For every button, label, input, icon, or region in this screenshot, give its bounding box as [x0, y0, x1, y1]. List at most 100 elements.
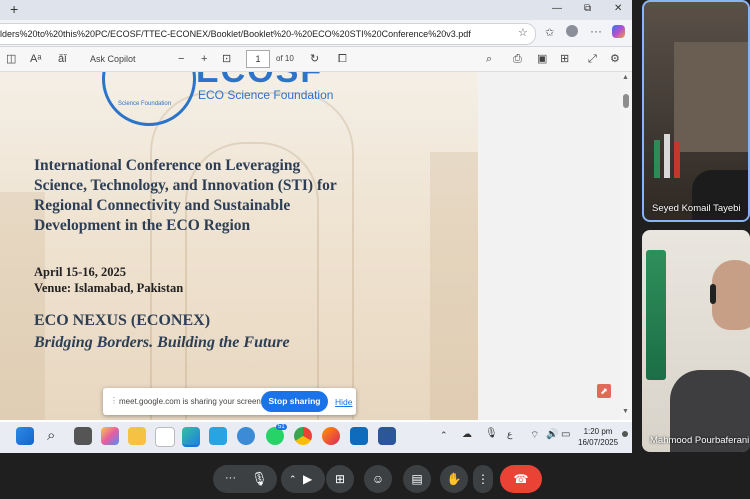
drag-handle-icon[interactable]: ⋮ — [110, 396, 118, 405]
hide-link[interactable]: Hide — [335, 397, 352, 407]
camera-control[interactable]: ⌃ ▶ — [281, 465, 325, 493]
more-actions-button[interactable]: ⋮ — [473, 465, 493, 493]
store-icon[interactable] — [155, 427, 175, 447]
screen-share-banner: ⋮ meet.google.com is sharing your screen… — [103, 388, 356, 415]
participant-tile[interactable]: Mahmood Pourbaferani — [642, 230, 750, 452]
scroll-up-icon[interactable]: ▲ — [622, 74, 629, 81]
outlook-icon[interactable] — [350, 427, 368, 445]
new-tab-button[interactable]: + — [10, 1, 18, 17]
firefox-icon[interactable] — [322, 427, 340, 445]
flag-icon-2 — [664, 134, 670, 178]
notification-icon[interactable] — [622, 431, 628, 437]
task-view-icon[interactable] — [74, 427, 92, 445]
page-number-input[interactable]: 1 — [246, 50, 270, 68]
present-button[interactable]: ⊞ — [326, 465, 354, 493]
edge-icon[interactable] — [182, 427, 200, 447]
tray-arrow-icon[interactable]: ⌃ — [440, 430, 448, 441]
logo-ring-text: Science Foundation — [118, 101, 172, 107]
title-line: Development in the ECO Region — [34, 217, 251, 234]
save-as-icon[interactable]: ⊞ — [560, 51, 569, 67]
favorites-icon[interactable]: ✩ — [545, 26, 554, 39]
notification-badge: 51 — [276, 424, 287, 430]
participant-tile[interactable]: Seyed Komail Tayebi — [642, 0, 750, 222]
scroll-down-icon[interactable]: ▼ — [622, 408, 629, 415]
conference-title: International Conference on Leveraging S… — [34, 156, 337, 236]
microphone-icon[interactable]: 🎙 — [251, 465, 268, 493]
tagline: Bridging Borders. Building the Future — [34, 334, 290, 351]
event-date: April 15-16, 2025 — [34, 265, 127, 279]
captions-button[interactable]: ▤ — [403, 465, 431, 493]
pdf-page: Science Foundation ECOSF ECO Science Fou… — [0, 72, 478, 420]
copilot-icon[interactable] — [101, 427, 119, 445]
viewer-background — [478, 72, 620, 420]
present-icon: ⊞ — [334, 472, 346, 486]
flag-icon — [654, 140, 660, 178]
pdf-toolbar: ◫ Aᵃ ǎǐ Ask Copilot − + ⊡ 1 of 10 ↻ ⧠ ⌕ … — [0, 47, 632, 72]
minimize-button[interactable]: — — [552, 3, 562, 14]
maximize-button[interactable]: ⧉ — [584, 3, 591, 14]
title-line: Science, Technology, and Innovation (STI… — [34, 177, 337, 194]
raise-hand-button[interactable]: ✋ — [440, 465, 468, 493]
settings-gear-icon[interactable]: ⚙ — [610, 51, 620, 67]
search-icon[interactable]: ⌕ — [47, 427, 55, 444]
stop-sharing-button[interactable]: Stop sharing — [261, 391, 328, 412]
title-line: Regional Connectivity and Sustainable — [34, 197, 291, 214]
captions-icon: ▤ — [411, 472, 423, 486]
file-explorer-icon[interactable] — [128, 427, 146, 445]
zoom-in-button[interactable]: + — [201, 51, 207, 67]
fit-page-icon[interactable]: ⊡ — [222, 51, 231, 67]
participant-name: Mahmood Pourbaferani — [650, 435, 750, 446]
end-call-icon: ☎ — [513, 472, 529, 486]
url-text: lders%20to%20this%20PC/ECOSF/TTEC-ECONEX… — [0, 29, 471, 39]
cloud-icon[interactable]: ☁ — [462, 429, 472, 440]
translate-icon[interactable]: ǎǐ — [58, 51, 67, 67]
vertical-dots-icon: ⋮ — [477, 472, 489, 486]
profile-avatar-icon[interactable] — [566, 25, 578, 37]
search-icon[interactable]: ⌕ — [486, 51, 492, 67]
microphone-control[interactable]: ··· 🎙 — [213, 465, 277, 493]
leave-call-button[interactable]: ☎ — [500, 465, 542, 493]
app-icon[interactable] — [209, 427, 227, 445]
read-aloud-icon[interactable]: Aᵃ — [30, 51, 41, 67]
background-tower — [430, 152, 478, 420]
emoji-button[interactable]: ☺ — [364, 465, 392, 493]
vertical-scrollbar[interactable]: ▲ ▼ — [620, 72, 632, 420]
language-icon[interactable]: ع — [507, 429, 512, 440]
chevron-up-icon[interactable]: ⌃ — [289, 465, 297, 493]
expand-icon[interactable]: ⤢ — [588, 51, 597, 67]
pdf-badge-icon[interactable]: ⬈ — [597, 384, 611, 398]
word-icon[interactable] — [378, 427, 396, 445]
print-icon[interactable]: ⎙ — [513, 51, 522, 67]
volume-icon[interactable]: 🔊 — [546, 429, 558, 440]
ask-copilot-button[interactable]: Ask Copilot — [90, 51, 136, 67]
close-button[interactable]: ✕ — [614, 3, 622, 14]
org-name: ECO Science Foundation — [198, 88, 334, 102]
battery-icon[interactable]: ▭ — [561, 429, 570, 440]
scroll-thumb[interactable] — [623, 94, 629, 108]
event-venue: Venue: Islamabad, Pakistan — [34, 281, 184, 295]
copilot-icon[interactable] — [612, 25, 625, 38]
page-total: of 10 — [276, 54, 294, 63]
microphone-tray-icon[interactable]: 🎙 — [485, 428, 498, 439]
clock-time: 1:20 pm — [583, 427, 613, 436]
clock[interactable]: 1:20 pm 16/07/2025 — [578, 426, 618, 448]
app-icon-2[interactable] — [237, 427, 255, 445]
chrome-icon[interactable] — [294, 427, 312, 445]
windows-taskbar: ⌕ 51 ⌃ ☁ 🎙 ع ⌔ 🔊 ▭ 1:20 pm 16/07/2025 — [0, 422, 632, 453]
start-icon[interactable] — [16, 427, 34, 445]
participant-name: Seyed Komail Tayebi — [652, 203, 741, 214]
page-view-icon[interactable]: ⧠ — [338, 51, 347, 67]
more-menu-icon[interactable]: ··· — [590, 24, 602, 38]
share-message: meet.google.com is sharing your screen. — [119, 397, 264, 406]
hand-icon: ✋ — [446, 472, 462, 486]
wifi-icon[interactable]: ⌔ — [530, 429, 539, 442]
contents-icon[interactable]: ◫ — [6, 51, 16, 67]
bookmark-star-icon[interactable]: ☆ — [518, 26, 528, 39]
address-bar[interactable]: lders%20to%20this%20PC/ECOSF/TTEC-ECONEX… — [0, 23, 536, 45]
more-options-icon[interactable]: ··· — [225, 464, 236, 492]
browser-tab-bar: + — ⧉ ✕ — [0, 0, 632, 20]
save-icon[interactable]: ▣ — [537, 51, 547, 67]
zoom-out-button[interactable]: − — [178, 51, 184, 67]
rotate-icon[interactable]: ↻ — [310, 51, 319, 67]
camera-icon[interactable]: ▶ — [303, 465, 312, 493]
